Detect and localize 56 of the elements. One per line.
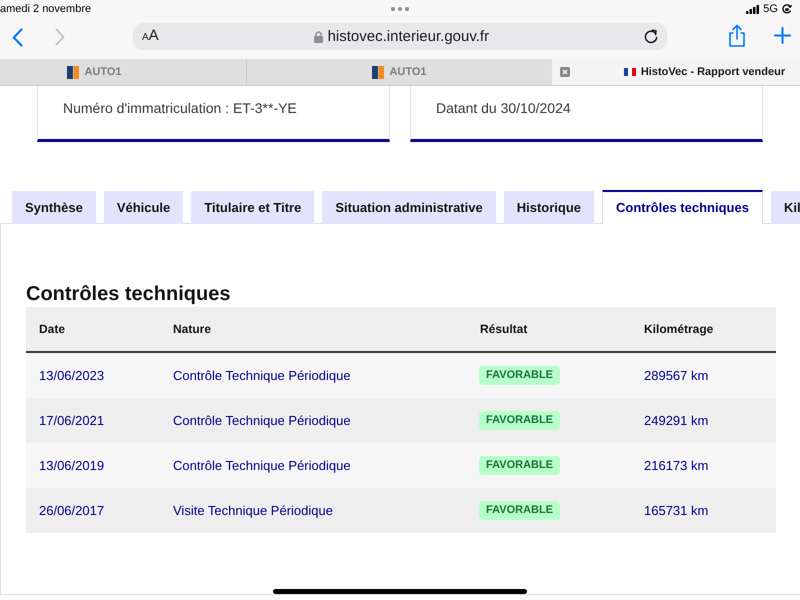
browser-tab-title: AUTO1 bbox=[84, 65, 122, 79]
address-bar[interactable]: AA histovec.interieur.gouv.fr bbox=[133, 23, 667, 50]
section-tab[interactable]: Kil bbox=[770, 191, 800, 224]
forward-chevron-icon bbox=[55, 28, 65, 46]
column-header: Résultat bbox=[479, 321, 528, 338]
nature-cell-text: Contrôle Technique Périodique bbox=[172, 456, 352, 475]
close-icon[interactable] bbox=[560, 67, 570, 77]
browser-tab-title: HistoVec - Rapport vendeur bbox=[640, 65, 786, 79]
summary-text: Numéro d'immatriculation : ET-3**-YE bbox=[63, 100, 297, 116]
section-tab[interactable]: Véhicule bbox=[104, 191, 184, 224]
mileage-cell-text: 249291 km bbox=[643, 412, 710, 430]
column-header: Kilométrage bbox=[643, 321, 714, 338]
section-tab[interactable]: Synthèse bbox=[12, 191, 96, 224]
rotation-lock-icon bbox=[782, 4, 792, 14]
status-date: amedi 2 novembre bbox=[0, 2, 92, 16]
more-dots-icon[interactable] bbox=[390, 7, 409, 11]
lock-icon bbox=[314, 30, 323, 42]
url-text: histovec.interieur.gouv.fr bbox=[328, 28, 490, 46]
nature-cell-text: Visite Technique Périodique bbox=[172, 502, 334, 520]
result-badge: FAVORABLE bbox=[479, 456, 560, 475]
back-button[interactable] bbox=[10, 27, 24, 47]
result-badge: FAVORABLE bbox=[479, 411, 560, 430]
date-cell-text: 13/06/2023 bbox=[38, 366, 106, 385]
reload-button[interactable] bbox=[644, 29, 658, 44]
nature-cell-text: Contrôle Technique Périodique bbox=[172, 366, 352, 385]
column-header: Date bbox=[38, 321, 66, 338]
section-tab[interactable]: Historique bbox=[504, 191, 594, 224]
result-badge: FAVORABLE bbox=[479, 501, 560, 520]
new-tab-button[interactable] bbox=[774, 27, 791, 44]
summary-text: Datant du 30/10/2024 bbox=[436, 100, 571, 116]
nature-cell-text: Contrôle Technique Périodique bbox=[172, 412, 352, 430]
date-cell-text: 17/06/2021 bbox=[38, 412, 106, 430]
site-favicon-icon bbox=[372, 66, 384, 78]
share-button[interactable] bbox=[728, 24, 746, 47]
column-header: Nature bbox=[172, 321, 212, 338]
signal-icon bbox=[746, 4, 760, 14]
section-tab[interactable]: Titulaire et Titre bbox=[191, 191, 314, 224]
section-tab[interactable]: Situation administrative bbox=[322, 191, 496, 224]
plus-icon bbox=[774, 27, 791, 44]
section-heading: Contrôles techniques bbox=[26, 282, 232, 306]
date-cell-text: 26/06/2017 bbox=[38, 502, 106, 520]
back-chevron-icon bbox=[12, 28, 22, 46]
browser-tab-title: AUTO1 bbox=[389, 65, 427, 79]
network-label: 5G bbox=[763, 2, 778, 16]
flag-icon bbox=[624, 68, 636, 76]
date-cell-text: 13/06/2019 bbox=[38, 456, 106, 475]
mileage-cell-text: 216173 km bbox=[643, 456, 710, 475]
share-icon bbox=[728, 24, 746, 47]
result-badge: FAVORABLE bbox=[479, 366, 560, 385]
section-tab[interactable]: Contrôles techniques bbox=[602, 190, 763, 224]
mileage-cell-text: 289567 km bbox=[643, 366, 710, 385]
site-favicon-icon bbox=[67, 66, 80, 78]
mileage-cell-text: 165731 km bbox=[643, 502, 710, 520]
browser-tab[interactable]: HistoVec - Rapport vendeur bbox=[552, 59, 800, 85]
reload-icon bbox=[644, 29, 658, 44]
text-size-button[interactable]: AA bbox=[142, 26, 159, 46]
